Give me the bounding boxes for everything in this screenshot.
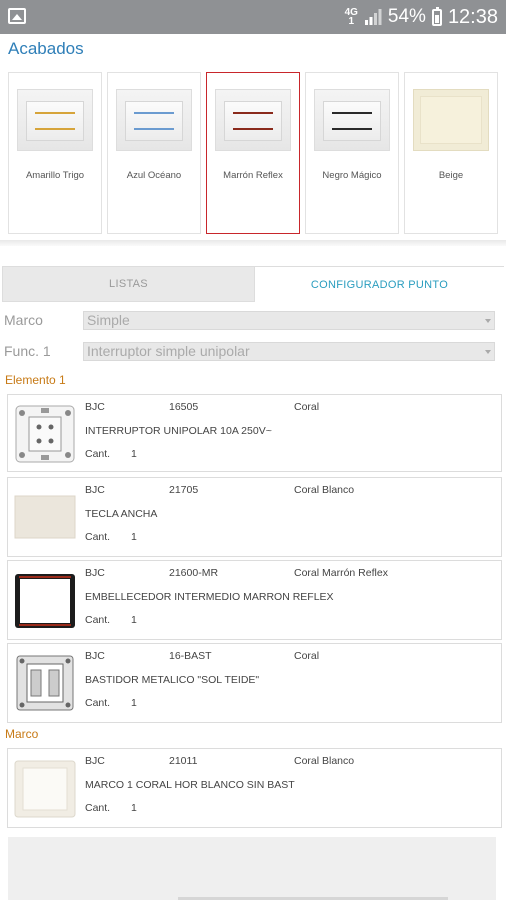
finish-beige[interactable]: Beige xyxy=(404,72,498,234)
finish-label: Azul Océano xyxy=(126,170,182,181)
item-line: Coral Marrón Reflex xyxy=(294,567,388,579)
item-cant-label: Cant. xyxy=(85,802,111,814)
item-qty: 1 xyxy=(131,448,137,460)
switch-plate-icon xyxy=(116,89,192,151)
chevron-down-icon xyxy=(485,319,491,323)
item-brand: BJC xyxy=(85,650,105,662)
item-desc: INTERRUPTOR UNIPOLAR 10A 250V~ xyxy=(85,425,272,437)
marco-select-value: Simple xyxy=(87,312,130,328)
finish-label: Amarillo Trigo xyxy=(25,170,85,181)
func-select-value: Interruptor simple unipolar xyxy=(87,343,250,359)
item-code: 21600-MR xyxy=(169,567,219,579)
list-item[interactable]: BJC 21600-MR Coral Marrón Reflex EMBELLE… xyxy=(7,560,502,640)
battery-icon xyxy=(431,6,442,26)
item-brand: BJC xyxy=(85,567,105,579)
list-item[interactable]: BJC 21011 Coral Blanco MARCO 1 CORAL HOR… xyxy=(7,748,502,828)
item-brand: BJC xyxy=(85,755,105,767)
network-indicator: 4G 1 xyxy=(345,8,358,27)
item-brand: BJC xyxy=(85,401,105,413)
item-qty: 1 xyxy=(131,697,137,709)
chevron-down-icon xyxy=(485,350,491,354)
section-marco: Marco xyxy=(5,727,39,741)
status-bar: 4G 1 54% 12:38 xyxy=(0,0,506,34)
acabados-title: Acabados xyxy=(8,39,84,58)
item-desc: BASTIDOR METALICO "SOL TEIDE" xyxy=(85,674,260,686)
clock: 12:38 xyxy=(447,5,498,28)
func-label: Func. 1 xyxy=(4,343,51,359)
item-cant-label: Cant. xyxy=(85,697,111,709)
finish-label: Negro Mágico xyxy=(322,170,382,181)
gallery-icon xyxy=(8,8,26,24)
list-item[interactable]: BJC 21705 Coral Blanco TECLA ANCHA Cant.… xyxy=(7,477,502,557)
network-sub: 1 xyxy=(348,16,355,27)
tab-bar: LISTAS CONFIGURADOR PUNTO xyxy=(2,266,504,302)
item-desc: EMBELLECEDOR INTERMEDIO MARRON REFLEX xyxy=(85,591,334,603)
item-cant-label: Cant. xyxy=(85,614,111,626)
finish-negro-magico[interactable]: Negro Mágico xyxy=(305,72,399,234)
switch-plate-icon xyxy=(215,89,291,151)
item-qty: 1 xyxy=(131,614,137,626)
section-divider xyxy=(0,240,506,246)
item-desc: MARCO 1 CORAL HOR BLANCO SIN BAST xyxy=(85,779,295,791)
switch-plate-icon xyxy=(413,89,489,151)
list-item[interactable]: BJC 16-BAST Coral BASTIDOR METALICO "SOL… xyxy=(7,643,502,723)
item-code: 16505 xyxy=(169,401,199,413)
marco-select[interactable]: Simple xyxy=(83,311,495,330)
item-cant-label: Cant. xyxy=(85,448,111,460)
finish-label: Marrón Reflex xyxy=(223,170,283,181)
finish-selector: Amarillo Trigo Azul Océano Marrón Reflex… xyxy=(8,72,498,234)
item-qty: 1 xyxy=(131,802,137,814)
marco-label: Marco xyxy=(4,312,43,328)
cover-frame-icon xyxy=(14,760,76,818)
switch-plate-icon xyxy=(314,89,390,151)
section-elemento: Elemento 1 xyxy=(5,373,66,387)
item-code: 16-BAST xyxy=(169,650,212,662)
item-code: 21011 xyxy=(169,755,198,767)
signal-icon xyxy=(364,9,382,25)
finish-label: Beige xyxy=(438,170,464,181)
metal-frame-icon xyxy=(16,655,74,711)
trim-frame-icon xyxy=(15,574,75,628)
item-cant-label: Cant. xyxy=(85,531,111,543)
finish-azul-oceano[interactable]: Azul Océano xyxy=(107,72,201,234)
rocker-key-icon xyxy=(14,495,76,539)
item-code: 21705 xyxy=(169,484,199,496)
item-qty: 1 xyxy=(131,531,137,543)
item-line: Coral Blanco xyxy=(294,755,355,767)
tab-configurador-punto[interactable]: CONFIGURADOR PUNTO xyxy=(254,267,504,302)
switch-plate-icon xyxy=(17,89,93,151)
item-line: Coral xyxy=(294,401,320,413)
mechanism-icon xyxy=(15,405,75,463)
list-item[interactable]: BJC 16505 Coral INTERRUPTOR UNIPOLAR 10A… xyxy=(7,394,502,472)
item-brand: BJC xyxy=(85,484,105,496)
finish-marron-reflex[interactable]: Marrón Reflex xyxy=(206,72,300,234)
item-line: Coral xyxy=(294,650,320,662)
item-line: Coral Blanco xyxy=(294,484,355,496)
func-select[interactable]: Interruptor simple unipolar xyxy=(83,342,495,361)
item-desc: TECLA ANCHA xyxy=(85,508,158,520)
battery-percent: 54% xyxy=(387,6,426,27)
bottom-panel xyxy=(8,837,496,900)
finish-amarillo-trigo[interactable]: Amarillo Trigo xyxy=(8,72,102,234)
tab-listas[interactable]: LISTAS xyxy=(3,267,254,302)
